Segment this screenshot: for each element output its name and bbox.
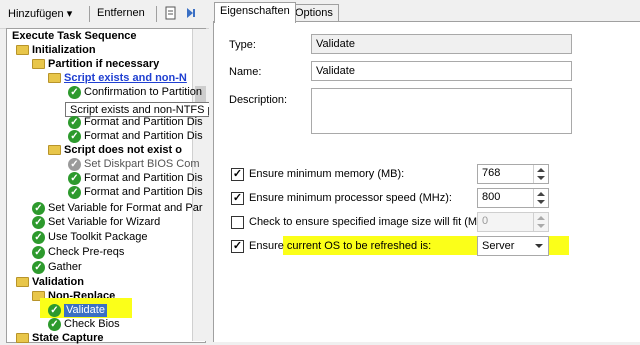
type-label: Type: bbox=[229, 39, 256, 51]
description-field[interactable] bbox=[311, 88, 572, 134]
os-select[interactable]: Server bbox=[477, 236, 549, 256]
spin-arrows-icon[interactable] bbox=[533, 189, 548, 207]
add-button[interactable]: Hinzufügen ▾ bbox=[8, 7, 72, 20]
check-ok-icon: ✓ bbox=[68, 186, 81, 199]
type-field: Validate bbox=[311, 34, 572, 54]
check-ok-icon: ✓ bbox=[32, 216, 45, 229]
cpu-checkbox[interactable]: ✓ bbox=[231, 192, 244, 205]
tab-options[interactable]: Options bbox=[289, 4, 339, 22]
move-up-icon[interactable] bbox=[164, 6, 178, 20]
tab-properties[interactable]: Eigenschaften bbox=[214, 2, 296, 23]
name-label: Name: bbox=[229, 66, 262, 78]
toolbar-separator bbox=[156, 6, 157, 22]
toolbar-separator bbox=[89, 6, 90, 22]
image-size-spinbox: 0 bbox=[477, 212, 549, 232]
check-ok-icon: ✓ bbox=[48, 304, 61, 317]
check-ok-icon: ✓ bbox=[68, 116, 81, 129]
image-size-checkbox[interactable] bbox=[231, 216, 244, 229]
memory-value: 768 bbox=[482, 167, 501, 179]
check-disabled-icon: ✓ bbox=[68, 158, 81, 171]
cpu-label: Ensure minimum processor speed (MHz): bbox=[249, 192, 452, 204]
check-ok-icon: ✓ bbox=[32, 202, 45, 215]
folder-icon bbox=[48, 145, 61, 155]
checkmark-icon: ✓ bbox=[232, 192, 243, 204]
check-ok-icon: ✓ bbox=[68, 86, 81, 99]
folder-icon bbox=[16, 277, 29, 287]
check-ok-icon: ✓ bbox=[32, 261, 45, 274]
memory-spinbox[interactable]: 768 bbox=[477, 164, 549, 184]
folder-icon bbox=[16, 333, 29, 343]
tree-scrollbar[interactable] bbox=[192, 29, 210, 341]
cpu-spinbox[interactable]: 800 bbox=[477, 188, 549, 208]
os-checkbox[interactable]: ✓ bbox=[231, 240, 244, 253]
check-ok-icon: ✓ bbox=[68, 130, 81, 143]
check-ok-icon: ✓ bbox=[32, 231, 45, 244]
cpu-value: 800 bbox=[482, 191, 501, 203]
chevron-down-icon bbox=[535, 244, 543, 248]
image-size-label: Check to ensure specified image size wil… bbox=[249, 216, 492, 228]
image-size-value: 0 bbox=[482, 215, 489, 227]
move-down-icon[interactable] bbox=[184, 6, 198, 20]
check-ok-icon: ✓ bbox=[32, 246, 45, 259]
os-value: Server bbox=[482, 240, 515, 252]
memory-checkbox[interactable]: ✓ bbox=[231, 168, 244, 181]
spin-arrows-icon bbox=[533, 213, 548, 231]
remove-button[interactable]: Entfernen bbox=[97, 7, 145, 19]
os-label: Ensure current OS to be refreshed is: bbox=[249, 240, 432, 252]
check-ok-icon: ✓ bbox=[68, 172, 81, 185]
checkmark-icon: ✓ bbox=[232, 240, 243, 252]
description-label: Description: bbox=[229, 94, 288, 106]
check-ok-icon: ✓ bbox=[48, 318, 61, 331]
folder-icon bbox=[16, 45, 29, 55]
checkmark-icon: ✓ bbox=[232, 168, 243, 180]
memory-label: Ensure minimum memory (MB): bbox=[249, 168, 405, 180]
spin-arrows-icon[interactable] bbox=[533, 165, 548, 183]
folder-icon bbox=[32, 59, 45, 69]
name-field[interactable]: Validate bbox=[311, 61, 572, 81]
folder-icon bbox=[48, 73, 61, 83]
toolbar: Hinzufügen ▾ Entfernen bbox=[0, 0, 210, 29]
